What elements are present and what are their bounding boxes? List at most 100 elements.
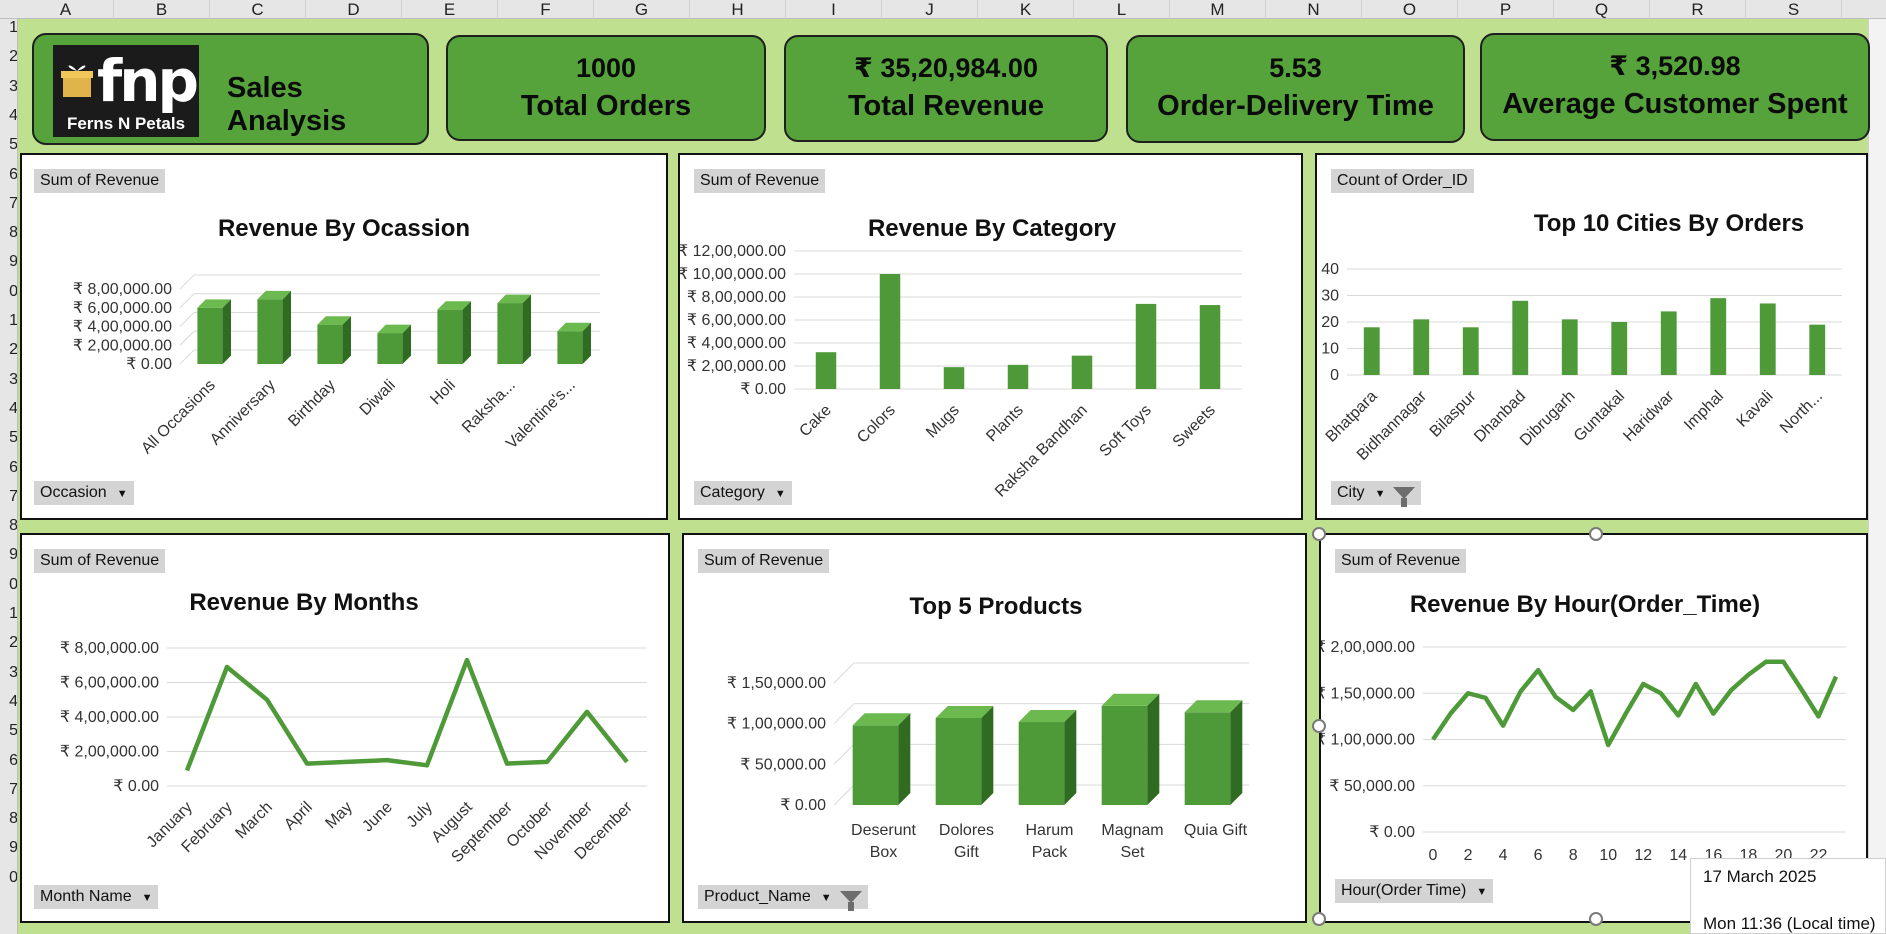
resize-handle[interactable] — [1589, 912, 1603, 926]
x-tick-label: Quia Gift — [1184, 822, 1248, 839]
column-letter[interactable]: M — [1170, 0, 1266, 19]
axis-button-occasion[interactable]: Occasion ▼ — [34, 481, 134, 505]
row-number[interactable]: 5 — [0, 429, 17, 447]
bar-side — [898, 713, 911, 805]
row-number[interactable]: 7 — [0, 488, 17, 506]
vertical-scrollbar[interactable] — [1868, 19, 1886, 934]
row-number[interactable]: 0 — [0, 283, 17, 301]
column-letter[interactable]: I — [786, 0, 882, 19]
column-letter[interactable]: N — [1266, 0, 1362, 19]
bar — [1007, 364, 1029, 389]
x-tick-label: Guntakal — [1571, 388, 1628, 445]
column-letter[interactable]: E — [402, 0, 498, 19]
row-number[interactable]: 5 — [0, 136, 17, 154]
row-number[interactable]: 4 — [0, 107, 17, 125]
row-number[interactable]: 2 — [0, 634, 17, 652]
row-number[interactable]: 8 — [0, 224, 17, 242]
row-number[interactable]: 1 — [0, 19, 17, 37]
bar-side — [342, 316, 351, 364]
row-number[interactable]: 1 — [0, 312, 17, 330]
row-number[interactable]: 5 — [0, 722, 17, 740]
chart-revenue-by-occasion[interactable]: Sum of Revenue Revenue By Ocassion ₹ 0.00… — [20, 153, 668, 520]
x-tick-label: Colors — [854, 402, 899, 447]
x-tick-label: Magnam — [1101, 822, 1163, 839]
column-letter[interactable]: K — [978, 0, 1074, 19]
kpi-label: Total Revenue — [847, 90, 1045, 122]
row-number[interactable]: 4 — [0, 400, 17, 418]
resize-handle[interactable] — [1312, 719, 1326, 733]
column-letter[interactable]: B — [114, 0, 210, 19]
bar — [1199, 305, 1221, 389]
column-letter[interactable]: H — [690, 0, 786, 19]
chart-canvas: Top 10 Cities By Orders010203040Bhatpara… — [1321, 210, 1842, 464]
bar — [1071, 355, 1093, 389]
row-number[interactable]: 9 — [0, 839, 17, 857]
bar — [852, 725, 899, 805]
x-tick-label: Diwali — [357, 377, 399, 419]
y-tick-label: ₹ 0.00 — [113, 778, 159, 795]
axis-button-category[interactable]: Category ▼ — [694, 481, 792, 505]
x-tick-label: 2 — [1464, 847, 1473, 864]
row-number[interactable]: 7 — [0, 195, 17, 213]
bar — [1413, 319, 1430, 375]
resize-handle[interactable] — [1312, 912, 1326, 926]
y-tick-label: 10 — [1321, 341, 1339, 358]
y-tick-label: ₹ 1,50,000.00 — [727, 675, 826, 692]
axis-button-hour[interactable]: Hour(Order Time) ▼ — [1335, 879, 1494, 903]
chart-top-products[interactable]: Sum of Revenue Top 5 Products ₹ 0.00 ₹ 50,… — [682, 533, 1307, 923]
chart-top-cities[interactable]: Count of Order_ID Top 10 Cities By Order… — [1315, 153, 1868, 520]
y-tick-label: ₹ 0.00 — [740, 381, 786, 398]
column-letter[interactable]: R — [1650, 0, 1746, 19]
bar — [1512, 300, 1529, 375]
axis-button-product-name[interactable]: Product_Name ▼ — [698, 885, 868, 911]
column-letter[interactable]: F — [498, 0, 594, 19]
row-number[interactable]: 0 — [0, 576, 17, 594]
axis-button-city[interactable]: City ▼ — [1331, 481, 1422, 507]
row-number[interactable]: 9 — [0, 253, 17, 271]
column-letter[interactable]: Q — [1554, 0, 1650, 19]
row-number[interactable]: 2 — [0, 48, 17, 66]
row-number[interactable]: 2 — [0, 341, 17, 359]
y-tick-label: ₹ 4,00,000.00 — [60, 709, 159, 726]
row-number[interactable]: 3 — [0, 371, 17, 389]
row-number[interactable]: 3 — [0, 78, 17, 96]
bar — [879, 274, 901, 389]
column-letter[interactable]: S — [1746, 0, 1842, 19]
x-tick-label: Cake — [796, 402, 835, 441]
row-number[interactable]: 8 — [0, 517, 17, 535]
row-number[interactable]: 1 — [0, 605, 17, 623]
row-number[interactable]: 9 — [0, 546, 17, 564]
row-number[interactable]: 0 — [0, 869, 17, 887]
column-letter[interactable]: J — [882, 0, 978, 19]
x-tick-label: Raksha... — [459, 377, 519, 437]
row-number[interactable]: 7 — [0, 781, 17, 799]
bar — [1101, 705, 1148, 805]
column-letter[interactable]: L — [1074, 0, 1170, 19]
row-number[interactable]: 6 — [0, 459, 17, 477]
column-letter[interactable]: O — [1362, 0, 1458, 19]
resize-handle[interactable] — [1589, 527, 1603, 541]
chart-revenue-by-category[interactable]: Sum of Revenue Revenue By Category ₹ 0.00… — [678, 153, 1303, 520]
x-tick-label: Plants — [983, 402, 1026, 445]
bar — [317, 324, 343, 364]
axis-button-month-name[interactable]: Month Name ▼ — [34, 885, 159, 909]
kpi-value: ₹ 35,20,984.00 — [854, 53, 1038, 83]
row-number[interactable]: 6 — [0, 752, 17, 770]
column-letter[interactable]: A — [18, 0, 114, 19]
series-line — [184, 657, 629, 772]
row-number[interactable]: 6 — [0, 166, 17, 184]
y-tick-label: 0 — [1330, 367, 1339, 384]
column-letter[interactable]: P — [1458, 0, 1554, 19]
column-letter[interactable]: G — [594, 0, 690, 19]
resize-handle[interactable] — [1312, 527, 1326, 541]
row-number[interactable]: 3 — [0, 664, 17, 682]
chart-canvas: Top 5 Products ₹ 0.00 ₹ 50,000.00 ₹ 1,00,00… — [727, 593, 1249, 861]
y-tick-label: ₹ 4,00,000.00 — [73, 319, 172, 336]
axis-button-label: City — [1337, 484, 1365, 501]
column-letter[interactable]: D — [306, 0, 402, 19]
row-number[interactable]: 8 — [0, 810, 17, 828]
row-number[interactable]: 4 — [0, 693, 17, 711]
column-letter[interactable]: C — [210, 0, 306, 19]
chart-revenue-by-months[interactable]: Sum of Revenue Revenue By Months ₹ 0.00 ₹ … — [20, 533, 670, 923]
bar — [437, 309, 463, 364]
